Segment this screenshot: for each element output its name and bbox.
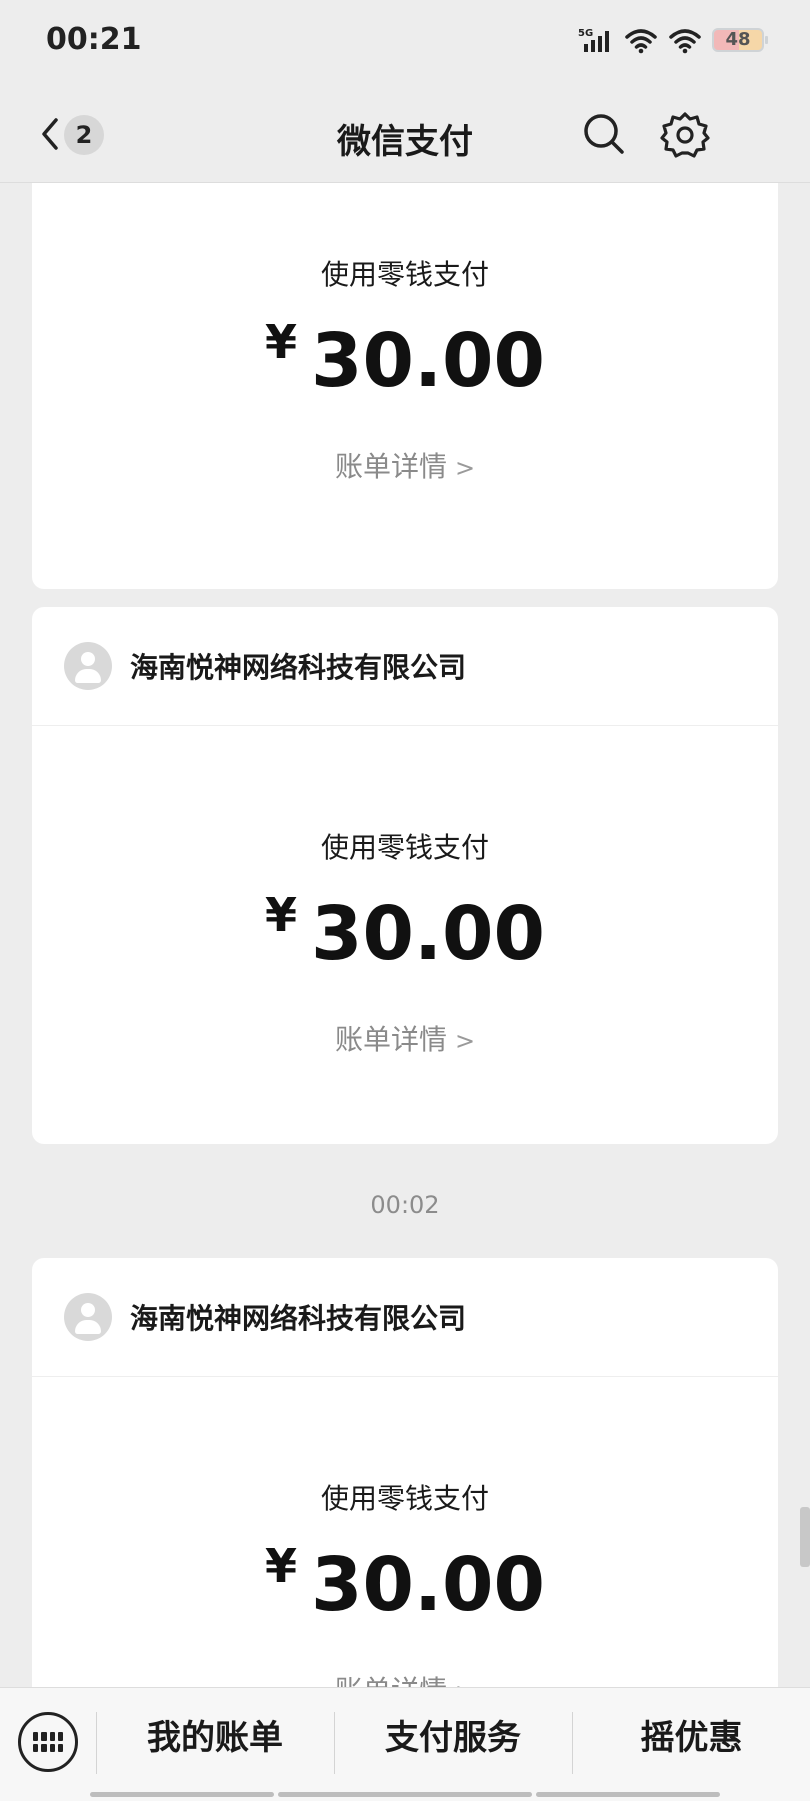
payment-card[interactable]: 使用零钱支付 ¥30.00 账单详情 > [32, 183, 778, 589]
message-list[interactable]: 使用零钱支付 ¥30.00 账单详情 > 海南悦神网络科技有限公司 使用零钱支付 … [0, 183, 810, 1687]
bill-detail-link[interactable]: 账单详情> [32, 445, 778, 485]
avatar-icon [64, 1293, 112, 1341]
pay-method-label: 使用零钱支付 [320, 1482, 489, 1515]
payment-card[interactable]: 海南悦神网络科技有限公司 使用零钱支付 ¥30.00 账单详情> [32, 607, 778, 1144]
battery-icon: 48 [712, 28, 768, 52]
scrollbar[interactable] [800, 1507, 810, 1567]
bill-detail-label: 账单详情 [334, 450, 447, 483]
chevron-right-icon: > [454, 1027, 476, 1055]
network-label: 5G [578, 28, 593, 39]
battery-level: 48 [725, 29, 751, 50]
currency-symbol: ¥ [264, 1539, 297, 1593]
wifi-icon [625, 29, 657, 54]
gear-icon[interactable] [660, 110, 710, 160]
merchant-name: 海南悦神网络科技有限公司 [130, 651, 467, 684]
status-bar: 00:21 5G 48 [0, 0, 810, 86]
keyboard-icon[interactable] [18, 1712, 78, 1772]
currency-symbol: ¥ [264, 315, 297, 369]
wifi-icon [669, 29, 701, 54]
chevron-right-icon: > [455, 1678, 475, 1687]
merchant-name: 海南悦神网络科技有限公司 [130, 1302, 467, 1335]
payment-body: 使用零钱支付 ¥30.00 账单详情> [32, 726, 778, 1144]
bill-detail-link[interactable]: 账单详情> [32, 1018, 778, 1058]
pay-method-label: 使用零钱支付 [320, 831, 489, 864]
pay-method-label: 使用零钱支付 [320, 258, 489, 291]
menu-payment-services[interactable]: 支付服务 [335, 1688, 571, 1788]
bottom-menu: 我的账单 支付服务 摇优惠 [0, 1687, 810, 1801]
message-timestamp: 00:02 [370, 1191, 440, 1219]
avatar-icon [64, 642, 112, 690]
menu-my-bills[interactable]: 我的账单 [97, 1688, 333, 1788]
status-time: 00:21 [46, 22, 142, 57]
merchant-header[interactable]: 海南悦神网络科技有限公司 [32, 1258, 778, 1377]
currency-symbol: ¥ [264, 888, 297, 942]
menu-shake-offers[interactable]: 摇优惠 [573, 1688, 810, 1788]
nav-bar: 2 微信支付 [0, 86, 810, 183]
signal-icon: 5G [578, 28, 609, 52]
merchant-header[interactable]: 海南悦神网络科技有限公司 [32, 607, 778, 726]
amount-value: 30.00 [310, 891, 546, 977]
payment-amount: ¥30.00 [32, 1539, 778, 1628]
chevron-right-icon: > [454, 454, 476, 482]
payment-card[interactable]: 海南悦神网络科技有限公司 使用零钱支付 ¥30.00 账单详情 > [32, 1258, 778, 1687]
amount-value: 30.00 [310, 1542, 546, 1628]
payment-amount: ¥30.00 [32, 315, 778, 404]
bill-detail-label: 账单详情 [335, 1674, 447, 1687]
payment-body: 使用零钱支付 ¥30.00 账单详情 > [32, 1377, 778, 1687]
search-icon[interactable] [580, 110, 628, 158]
status-icons: 5G 48 [578, 26, 768, 54]
amount-value: 30.00 [310, 318, 546, 404]
bill-detail-label: 账单详情 [334, 1023, 447, 1056]
payment-amount: ¥30.00 [32, 888, 778, 977]
bill-detail-link[interactable]: 账单详情 > [32, 1669, 778, 1687]
payment-body: 使用零钱支付 ¥30.00 账单详情> [32, 183, 778, 589]
